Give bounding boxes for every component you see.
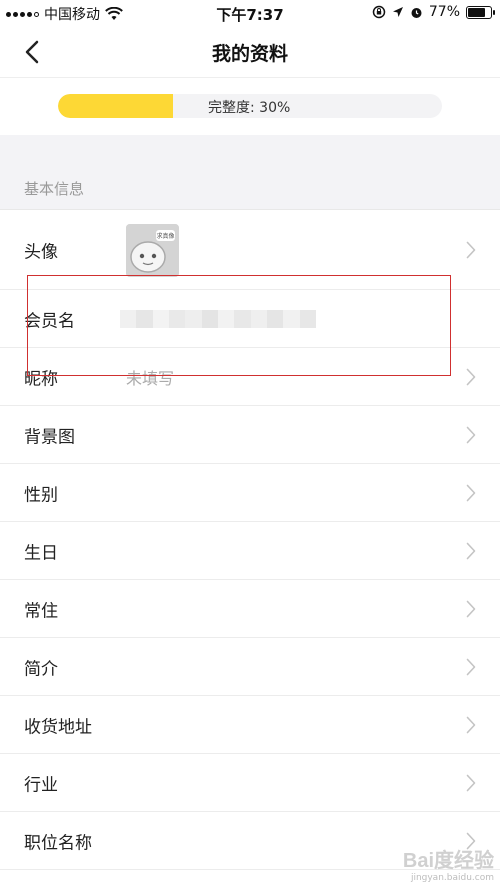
avatar[interactable]: 求真像 [126,224,179,277]
completeness-label: 完整度: 30% [208,100,291,116]
chevron-right-icon [466,600,476,617]
profile-row-value: 未填写 [126,368,175,388]
chevron-right-icon [466,716,476,733]
profile-row[interactable]: 头像 求真像 [0,210,500,290]
profile-row-label: 头像 [24,242,58,262]
page-title: 我的资料 [211,43,288,65]
profile-row-label: 行业 [24,775,58,795]
profile-row-label: 会员名 [24,311,75,331]
profile-row[interactable]: 简介 [0,638,500,696]
profile-row[interactable]: 昵称 未填写 [0,348,500,406]
alarm-icon [411,7,422,18]
profile-row[interactable]: 收货地址 [0,696,500,754]
profile-row-label: 收货地址 [24,717,92,737]
section-title: 基本信息 [24,180,85,198]
watermark-url: jingyan.baidu.com [410,873,494,883]
chevron-right-icon [466,368,476,385]
section-header: 基本信息 [0,135,500,210]
battery-icon [466,5,495,19]
profile-row-label: 性别 [24,485,58,505]
profile-row[interactable]: 会员名 [0,290,500,348]
profile-row[interactable]: 生日 [0,522,500,580]
orientation-lock-icon [372,5,386,19]
profile-row-label: 昵称 [24,369,58,389]
profile-row-label: 背景图 [24,427,75,447]
profile-list: 头像 求真像会员名昵称 未填写背景图性别生日常住简介收货地址行业职位名称 [0,210,500,870]
avatar-badge: 求真像 [156,232,174,240]
chevron-right-icon [466,658,476,675]
nav-bar: 我的资料 [0,26,500,78]
profile-row[interactable]: 背景图 [0,406,500,464]
chevron-right-icon [466,241,476,258]
chevron-right-icon [466,484,476,501]
watermark: Bai度经验 jingyan.baidu.com [403,844,494,883]
profile-row-label: 简介 [24,659,58,679]
completeness-section: 完整度: 30% [0,78,500,135]
status-right: 77% [372,4,495,20]
profile-row-label: 生日 [24,543,58,563]
chevron-right-icon [466,774,476,791]
member-name-redacted [120,309,316,328]
completeness-progress-fill [58,94,174,118]
profile-row[interactable]: 性别 [0,464,500,522]
profile-row[interactable]: 行业 [0,754,500,812]
chevron-right-icon [466,542,476,559]
chevron-right-icon [466,426,476,443]
profile-row-label: 常住 [24,601,58,621]
profile-row-label: 职位名称 [24,833,92,853]
watermark-logo: Bai度经验 [402,850,494,872]
battery-percent: 77% [428,4,460,20]
battery-level [468,7,485,17]
location-icon [392,7,403,17]
profile-row[interactable]: 常住 [0,580,500,638]
status-bar: 中国移动 下午7:37 77% [0,0,500,26]
